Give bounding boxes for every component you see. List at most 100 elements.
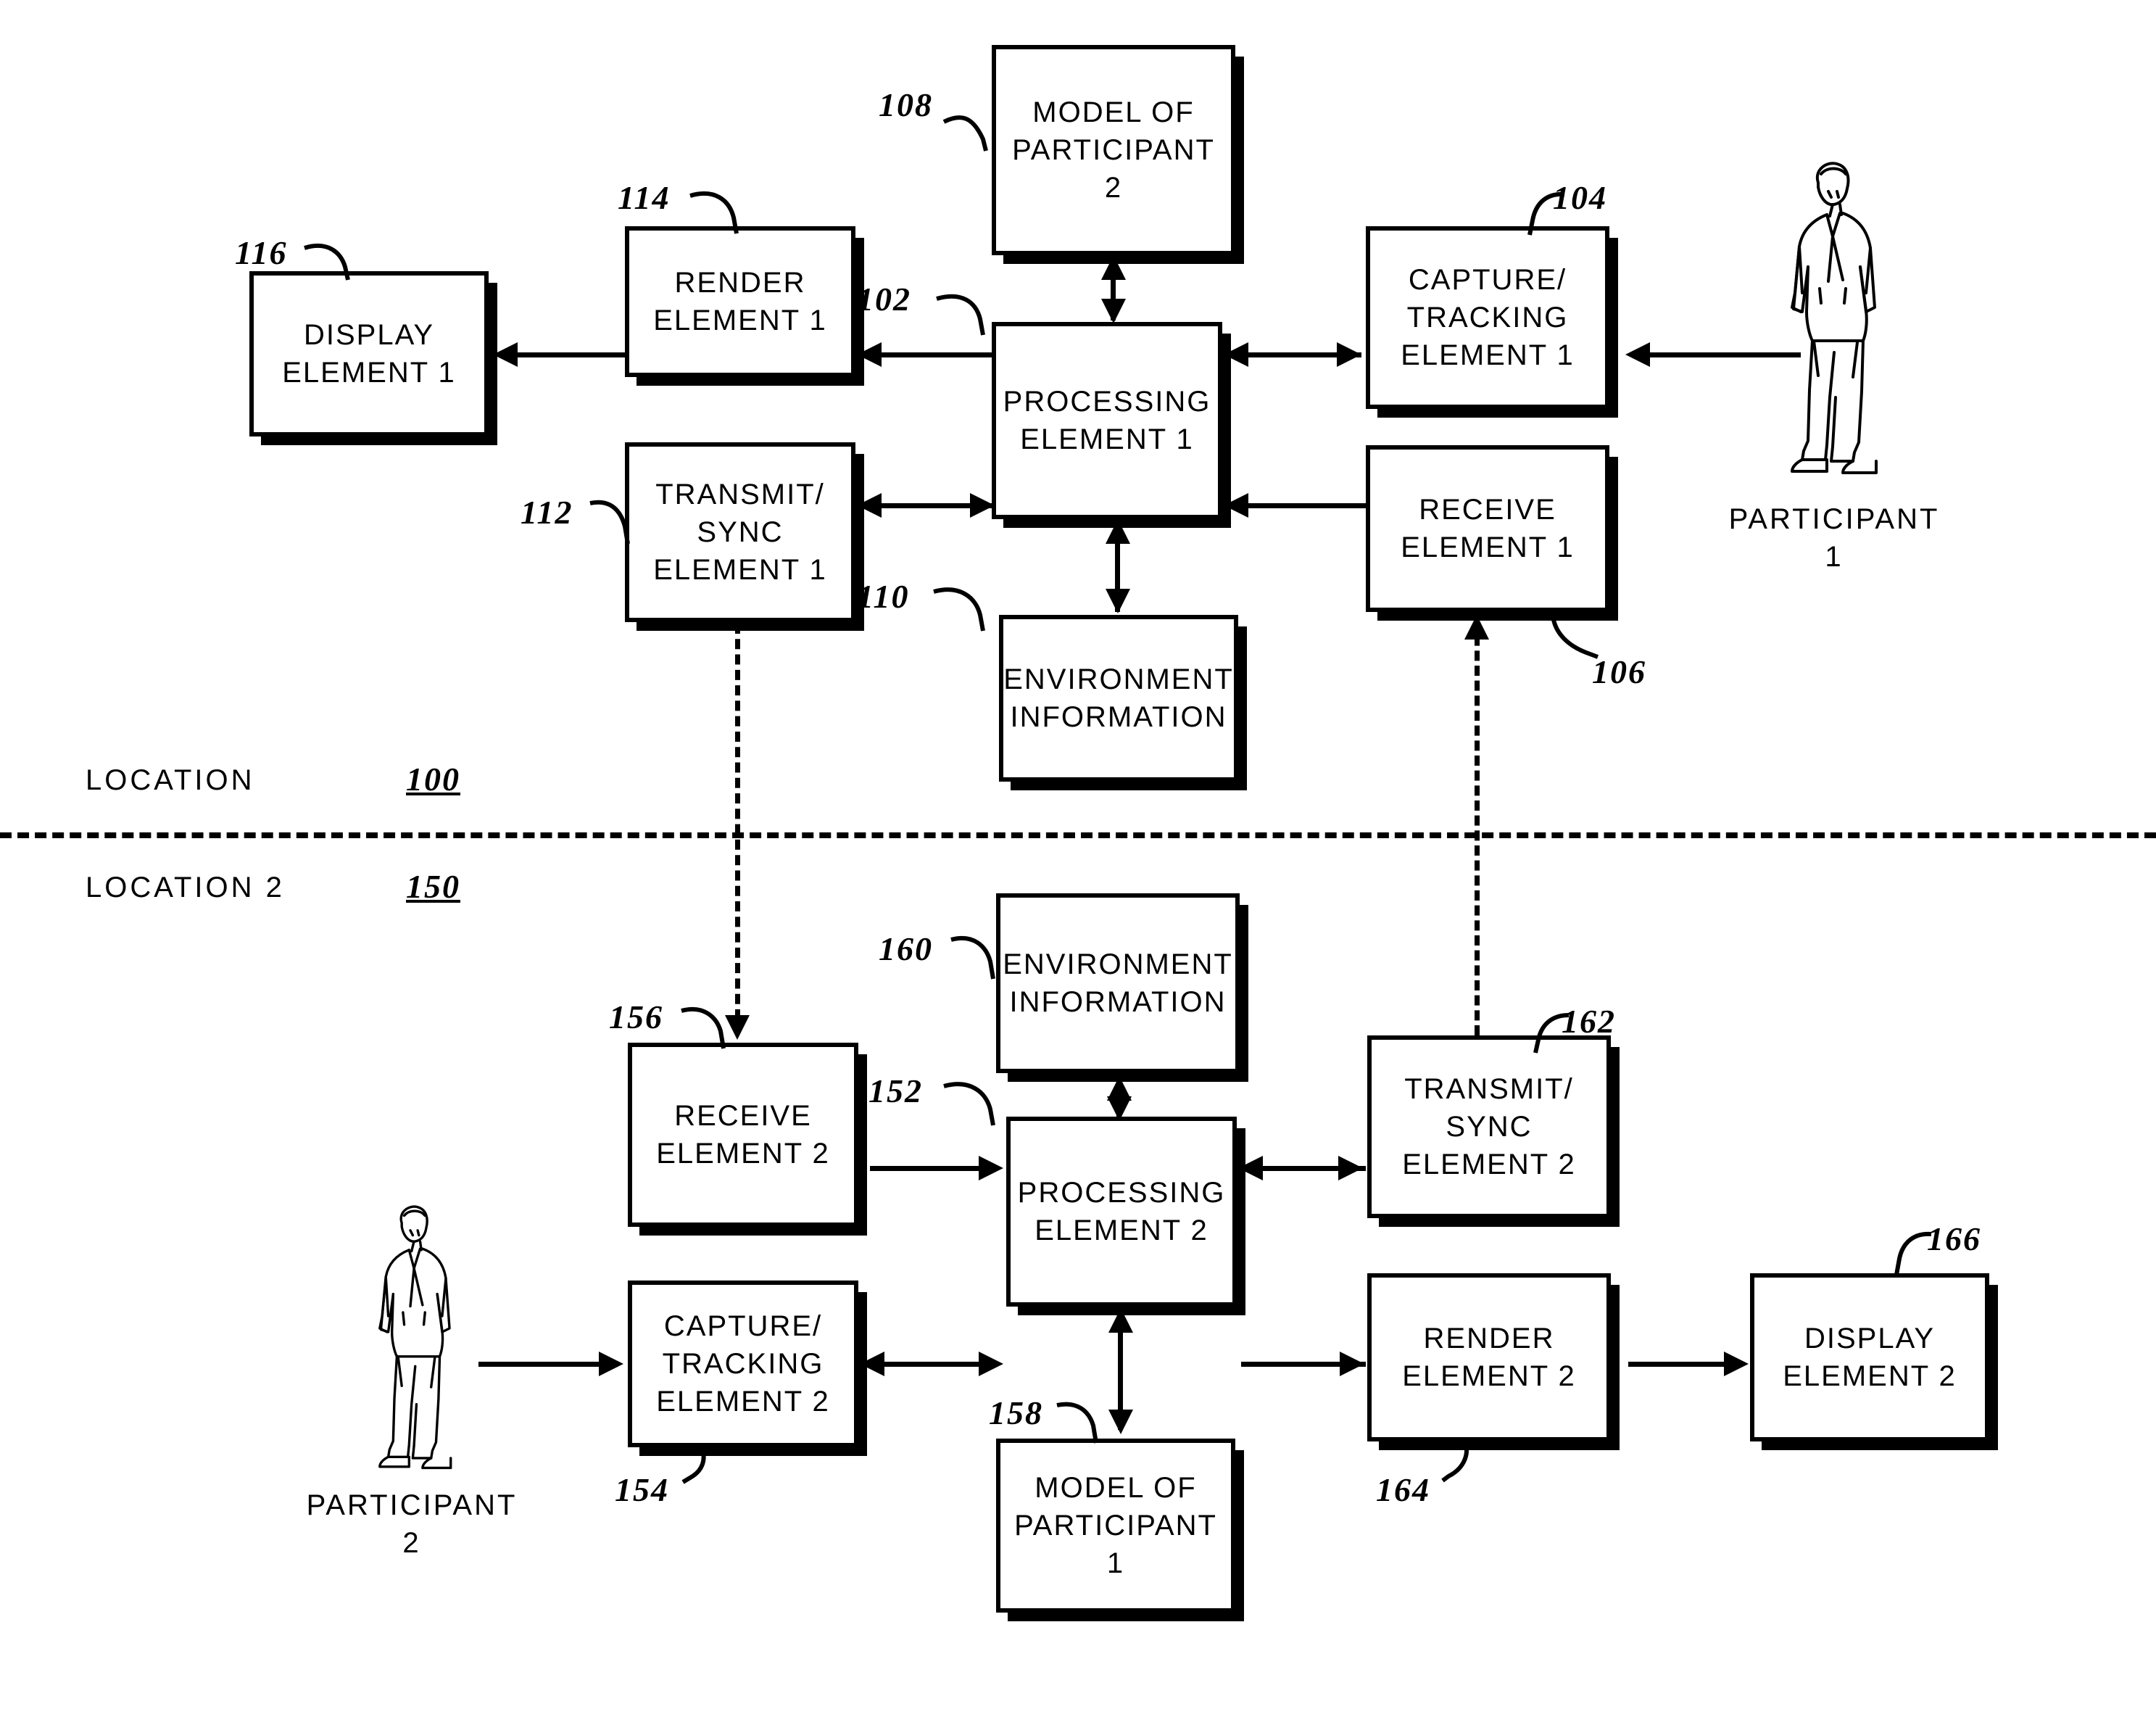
arrowhead-up-pe2-bottom: [1108, 1308, 1133, 1333]
box-render-element-2[interactable]: RENDER ELEMENT 2: [1367, 1273, 1611, 1441]
box-processing-element-2[interactable]: PROCESSING ELEMENT 2: [1006, 1117, 1237, 1307]
arrowhead-left-transmit1: [857, 493, 882, 518]
arrowhead-right-display2: [1724, 1352, 1749, 1376]
location-1-numeral: 100: [406, 761, 460, 798]
leader-162-icon: [1533, 1013, 1570, 1054]
box-model-of-participant-2[interactable]: MODEL OF PARTICIPANT 2: [992, 45, 1235, 255]
box-display-element-1-label: DISPLAY ELEMENT 1: [282, 319, 456, 389]
box-display-element-1[interactable]: DISPLAY ELEMENT 1: [249, 271, 489, 437]
leader-102-icon: [936, 294, 985, 336]
box-capture-tracking-element-2-label: CAPTURE/ TRACKING ELEMENT 2: [656, 1310, 830, 1418]
arrowhead-right-capture2-input: [599, 1352, 623, 1376]
arrowhead-left-capture1-input: [1625, 342, 1650, 367]
arrowhead-right-transmit2: [1338, 1156, 1363, 1180]
participant-1-label: PARTICIPANT 1: [1728, 503, 1940, 573]
ref-112: 112: [521, 494, 573, 531]
box-processing-element-1-label: PROCESSING ELEMENT 1: [1003, 386, 1211, 455]
leader-154-icon: [681, 1446, 706, 1484]
link-receive1-to-pe1: [1247, 503, 1366, 508]
arrowhead-left-pe1-right-lower: [1224, 493, 1248, 518]
arrowhead-up-model2: [1101, 255, 1126, 280]
leader-152-icon: [943, 1082, 995, 1126]
box-receive-element-2[interactable]: RECEIVE ELEMENT 2: [628, 1043, 858, 1227]
arrowhead-left-render1: [857, 342, 882, 367]
box-receive-element-1[interactable]: RECEIVE ELEMENT 1: [1366, 445, 1609, 612]
ref-160: 160: [879, 930, 933, 967]
location-divider: [0, 832, 2156, 838]
link-transmit1-to-receive2: [735, 624, 740, 1019]
arrowhead-left-display1: [493, 342, 518, 367]
box-model-of-participant-1[interactable]: MODEL OF PARTICIPANT 1: [996, 1439, 1235, 1613]
leader-106-icon: [1551, 614, 1599, 659]
link-pe2-capture2: [883, 1362, 982, 1367]
link-participant2-capture2: [478, 1362, 602, 1367]
arrowhead-down-env1: [1106, 589, 1130, 613]
box-transmit-sync-element-1[interactable]: TRANSMIT/ SYNC ELEMENT 1: [625, 442, 855, 622]
box-environment-information-1[interactable]: ENVIRONMENT INFORMATION: [999, 615, 1238, 782]
ref-108: 108: [879, 86, 933, 123]
box-receive-element-1-label: RECEIVE ELEMENT 1: [1401, 494, 1575, 563]
leader-108-icon: [942, 115, 988, 152]
box-capture-tracking-element-1[interactable]: CAPTURE/ TRACKING ELEMENT 1: [1366, 226, 1609, 409]
arrowhead-left-capture2: [860, 1352, 884, 1376]
ref-154: 154: [615, 1471, 669, 1508]
ref-102: 102: [857, 281, 911, 318]
location-1-label: LOCATION: [86, 764, 255, 796]
leader-158-icon: [1056, 1402, 1098, 1444]
arrowhead-up-receive1: [1464, 615, 1489, 640]
participant-2-label: PARTICIPANT 2: [306, 1489, 518, 1559]
ref-164: 164: [1376, 1471, 1430, 1508]
link-render2-to-display2: [1628, 1362, 1727, 1367]
leader-164-icon: [1441, 1444, 1469, 1483]
box-render-element-2-label: RENDER ELEMENT 2: [1402, 1323, 1576, 1392]
box-model-of-participant-1-label: MODEL OF PARTICIPANT 1: [1014, 1472, 1217, 1579]
arrowhead-down-pe1-top: [1101, 299, 1126, 323]
ref-156: 156: [609, 998, 663, 1035]
box-processing-element-1[interactable]: PROCESSING ELEMENT 1: [992, 322, 1222, 519]
box-display-element-2-label: DISPLAY ELEMENT 2: [1783, 1323, 1957, 1392]
box-environment-information-1-label: ENVIRONMENT INFORMATION: [1003, 663, 1234, 733]
leader-160-icon: [950, 936, 995, 980]
link-receive2-to-pe2: [870, 1166, 982, 1171]
box-capture-tracking-element-1-label: CAPTURE/ TRACKING ELEMENT 1: [1401, 264, 1575, 371]
box-render-element-1[interactable]: RENDER ELEMENT 1: [625, 226, 855, 377]
box-environment-information-2[interactable]: ENVIRONMENT INFORMATION: [996, 893, 1240, 1073]
leader-156-icon: [681, 1007, 726, 1049]
arrowhead-right-capture1: [1337, 342, 1361, 367]
box-processing-element-2-label: PROCESSING ELEMENT 2: [1017, 1177, 1226, 1246]
arrowhead-up-pe1-bottom: [1106, 519, 1130, 544]
patent-figure: LOCATION 100 LOCATION 2 150 MODEL OF PAR…: [0, 0, 2156, 1717]
box-transmit-sync-element-2[interactable]: TRANSMIT/ SYNC ELEMENT 2: [1367, 1035, 1611, 1218]
leader-166-icon: [1894, 1231, 1932, 1275]
arrowhead-right-pe2-left-lower: [979, 1352, 1003, 1376]
leader-112-icon: [589, 500, 630, 545]
box-capture-tracking-element-2[interactable]: CAPTURE/ TRACKING ELEMENT 2: [628, 1280, 858, 1447]
leader-114-icon: [689, 191, 739, 234]
leader-110-icon: [933, 587, 985, 632]
ref-110: 110: [857, 578, 910, 615]
box-transmit-sync-element-2-label: TRANSMIT/ SYNC ELEMENT 2: [1402, 1073, 1576, 1180]
arrowhead-right-render2: [1340, 1352, 1364, 1376]
box-render-element-1-label: RENDER ELEMENT 1: [653, 267, 827, 336]
arrowhead-right-pe2-left: [979, 1156, 1003, 1180]
link-transmit2-to-receive1: [1475, 621, 1480, 1035]
ref-116: 116: [235, 234, 288, 271]
box-model-of-participant-2-label: MODEL OF PARTICIPANT 2: [1012, 96, 1215, 204]
leader-116-icon: [304, 243, 350, 281]
box-receive-element-2-label: RECEIVE ELEMENT 2: [656, 1100, 830, 1170]
location-2-label: LOCATION 2: [86, 872, 285, 903]
leader-104-icon: [1527, 191, 1565, 236]
box-environment-information-2-label: ENVIRONMENT INFORMATION: [1003, 948, 1233, 1018]
ref-158: 158: [989, 1394, 1043, 1431]
ref-114: 114: [618, 179, 671, 216]
location-2-numeral: 150: [406, 868, 460, 905]
participant-1-figure-icon: [1791, 162, 1878, 474]
box-display-element-2[interactable]: DISPLAY ELEMENT 2: [1750, 1273, 1989, 1441]
arrowhead-left-pe1-right: [1224, 342, 1248, 367]
arrowhead-right-pe1-left: [970, 493, 995, 518]
participant-2-figure-icon: [378, 1205, 452, 1470]
arrowhead-left-pe2-right: [1238, 1156, 1263, 1180]
ref-152: 152: [868, 1072, 923, 1109]
box-transmit-sync-element-1-label: TRANSMIT/ SYNC ELEMENT 1: [653, 479, 827, 586]
link-pe1-to-render1: [880, 352, 995, 357]
